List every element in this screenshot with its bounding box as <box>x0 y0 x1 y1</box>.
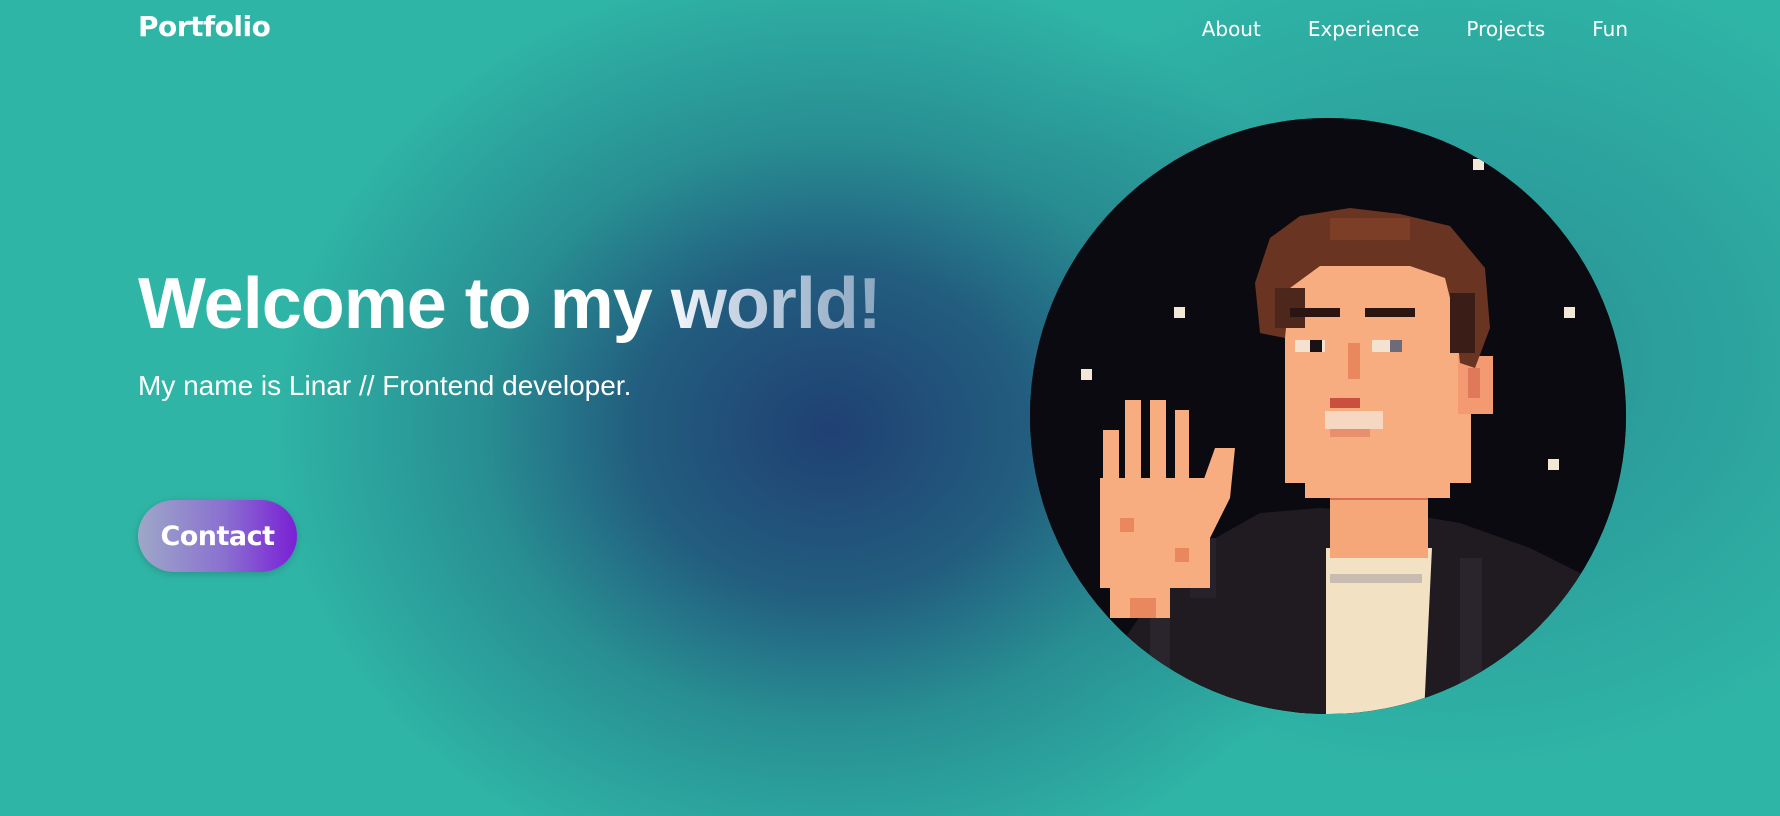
nav-link-fun[interactable]: Fun <box>1592 17 1628 41</box>
pixel-art-portrait-icon <box>1030 118 1626 714</box>
logo[interactable]: Portfolio <box>138 10 271 43</box>
nav-link-experience[interactable]: Experience <box>1308 17 1420 41</box>
hero-subtitle: My name is Linar // Frontend developer. <box>138 370 632 401</box>
nav-link-about[interactable]: About <box>1202 17 1261 41</box>
hero-section: Welcome to my world! My name is Linar //… <box>138 262 882 402</box>
hero-title: Welcome to my world! <box>138 264 882 344</box>
contact-button[interactable]: Contact <box>138 500 297 572</box>
top-nav: Portfolio About Experience Projects Fun <box>0 0 1780 60</box>
avatar-portrait <box>1030 118 1626 714</box>
nav-link-projects[interactable]: Projects <box>1466 17 1545 41</box>
nav-links: About Experience Projects Fun <box>1202 17 1628 41</box>
